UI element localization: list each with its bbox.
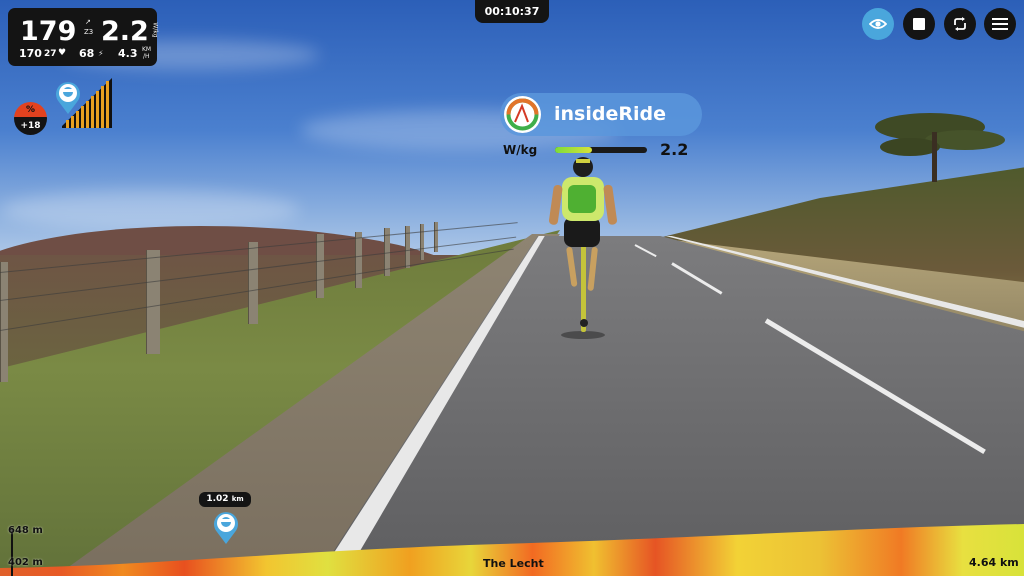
wkg-bar-value: 2.2 (660, 140, 689, 159)
brand-name: insideRide (554, 103, 666, 125)
distance-unit: km (231, 495, 244, 503)
wkg-bar-label: W/kg (503, 143, 538, 157)
gradient-symbol: % (14, 102, 47, 117)
wkg-bar-fill (555, 147, 592, 153)
wkg-bar (555, 147, 647, 153)
menu-icon (992, 18, 1008, 30)
fence-post (420, 224, 424, 260)
fence-post (316, 234, 324, 298)
fence-post (0, 262, 8, 382)
insideride-pill: insideRide (500, 93, 702, 136)
elapsed-timer: 00:10:37 (475, 0, 549, 23)
wkg-value: 2.2 (101, 16, 149, 47)
distance-tag: 1.02 km (199, 492, 251, 507)
view-button[interactable] (862, 8, 894, 40)
speed-value: 4.3 (118, 47, 138, 60)
fence-post (355, 232, 362, 288)
power-value: 179 (20, 16, 77, 47)
route-total-distance: 4.64 km (969, 556, 1019, 569)
elevation-min-label: 402 m (8, 557, 43, 568)
eye-icon (869, 19, 887, 29)
elevation-max-label: 648 m (8, 525, 43, 536)
menu-button[interactable] (984, 8, 1016, 40)
speed-unit-bottom: /H (143, 53, 150, 60)
gradient-value: +18 (14, 117, 47, 135)
distance-value: 1.02 (206, 494, 229, 504)
fence-post (146, 250, 160, 354)
avg-power-value: 68 (79, 47, 95, 60)
power-zone-arrow-icon: ↗ (85, 18, 91, 26)
stats-panel: 179 ↗ Z3 2.2 W/kg 170 27 ♥ 68 ⚡ 4.3 KM /… (8, 8, 159, 66)
insideride-logo-icon (504, 96, 541, 133)
loop-icon (954, 17, 966, 31)
gradient-mini-profile (62, 78, 112, 128)
cloud (0, 190, 300, 230)
stop-icon (913, 18, 925, 30)
power-zone: Z3 (84, 28, 94, 36)
fence-post (248, 242, 258, 324)
loop-button[interactable] (944, 8, 976, 40)
stop-button[interactable] (903, 8, 935, 40)
cyclist (548, 157, 618, 339)
heart-rate-value: 170 (19, 47, 42, 60)
power-gauge-icon: ⚡ (98, 49, 104, 58)
cadence-value: 27 (44, 49, 57, 59)
tree (875, 113, 1005, 182)
wkg-unit: W/kg (151, 22, 159, 38)
route-name: The Lecht (483, 557, 544, 570)
heart-icon: ♥ (58, 48, 67, 58)
ride-video-scene (0, 0, 1024, 576)
gradient-badge: % +18 (14, 102, 47, 135)
